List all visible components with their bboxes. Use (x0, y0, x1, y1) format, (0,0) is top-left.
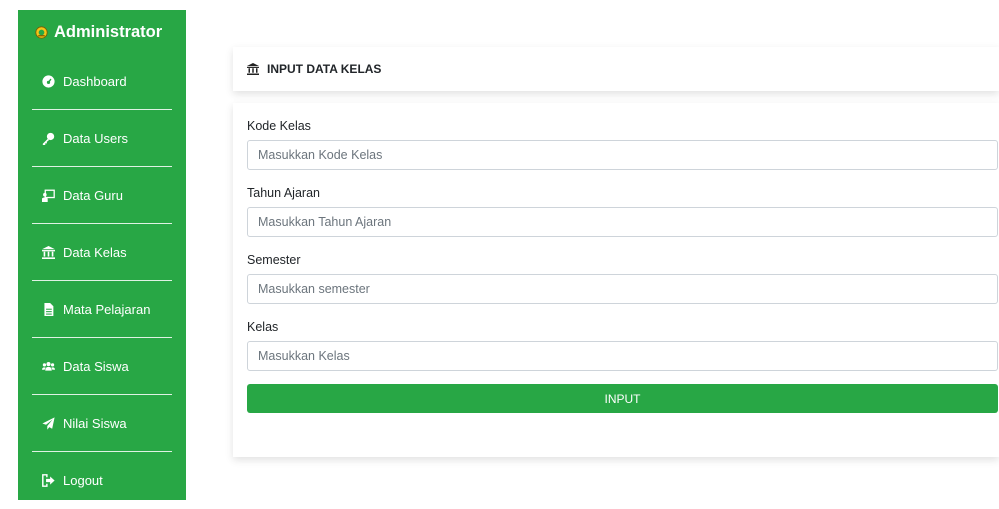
tahun-ajaran-label: Tahun Ajaran (247, 186, 320, 200)
file-icon (41, 302, 55, 316)
sidebar-item-label: Dashboard (63, 74, 127, 89)
semester-label: Semester (247, 253, 301, 267)
key-icon (41, 131, 55, 145)
kelas-input[interactable] (247, 341, 998, 371)
sidebar-item-data-siswa[interactable]: Data Siswa (32, 338, 172, 395)
sidebar-item-label: Mata Pelajaran (63, 301, 151, 317)
sidebar-item-nilai-siswa[interactable]: Nilai Siswa (32, 395, 172, 452)
users-icon (41, 359, 55, 373)
kelas-label: Kelas (247, 320, 279, 334)
sidebar-item-mata-pelajaran[interactable]: Mata Pelajaran (32, 281, 172, 338)
sidebar-item-label: Data Users (63, 130, 129, 146)
sidebar-item-dashboard[interactable]: Dashboard (32, 54, 172, 110)
sidebar-item-label: Data Guru (63, 187, 123, 203)
dashboard-icon (41, 75, 55, 89)
sidebar-item-label: Logout (63, 473, 103, 488)
sidebar-item-data-kelas[interactable]: Data Kelas (32, 224, 172, 281)
input-submit-button[interactable]: INPUT (247, 384, 998, 413)
chalkboard-teacher-icon (41, 188, 55, 202)
sidebar-item-label: Nilai Siswa (63, 415, 127, 431)
sidebar-item-data-users[interactable]: Data Users (32, 110, 172, 167)
brand-title: Administrator (54, 22, 163, 41)
sign-out-icon (41, 474, 55, 488)
tahun-ajaran-input[interactable] (247, 207, 998, 237)
sidebar-item-label: Data Siswa (63, 358, 129, 374)
semester-input[interactable] (247, 274, 998, 304)
sidebar-item-label: Data Kelas (63, 244, 127, 260)
sidebar-item-logout[interactable]: Logout (32, 452, 172, 509)
sidebar-brand[interactable]: Administrator (18, 10, 186, 54)
landmark-icon (41, 245, 55, 259)
kode-kelas-input[interactable] (247, 140, 998, 170)
emblem-icon (35, 25, 48, 39)
card-header: INPUT DATA KELAS (233, 47, 999, 91)
landmark-icon (247, 63, 259, 75)
sidebar-item-data-guru[interactable]: Data Guru (32, 167, 172, 224)
page-title: INPUT DATA KELAS (267, 62, 382, 76)
input-form: Kode Kelas Tahun Ajaran Semester Kelas I… (233, 103, 999, 457)
sidebar: Administrator Dashboard Data Users Data … (18, 10, 186, 500)
kode-kelas-label: Kode Kelas (247, 119, 311, 133)
paper-plane-icon (41, 416, 55, 430)
